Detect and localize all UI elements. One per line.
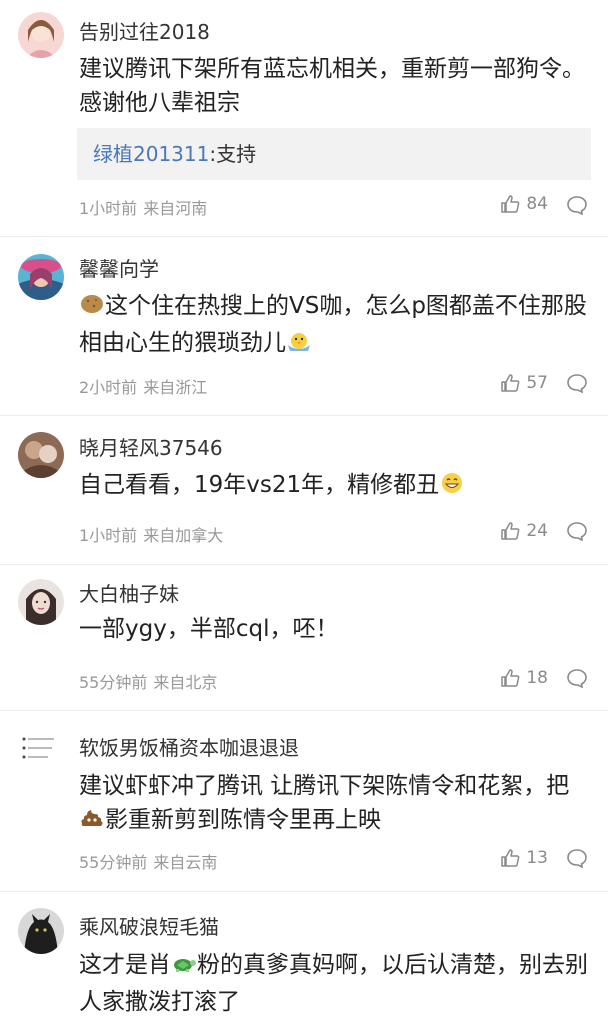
reply-preview[interactable]: 绿植201311:支持	[77, 128, 591, 180]
comment-text: 建议虾虾冲了腾讯 让腾讯下架陈情令和花絮，把影重新剪到陈情令里再上映	[79, 769, 589, 840]
comment-bubble-icon[interactable]	[566, 848, 588, 868]
comment-item: 软饭男饭桶资本咖退退退 建议虾虾冲了腾讯 让腾讯下架陈情令和花絮，把影重新剪到陈…	[0, 711, 608, 892]
comment-meta: 55分钟前 来自云南	[79, 849, 217, 873]
username[interactable]: 大白柚子妹	[79, 578, 179, 607]
thumbs-up-icon	[501, 195, 520, 213]
reply-text: 支持	[216, 142, 257, 166]
comment-bubble-icon[interactable]	[566, 521, 588, 541]
comment-item: 乘风破浪短毛猫 这才是肖 粉的真爹真妈啊，以后认清楚，别去别人家撒泼打滚了	[0, 892, 608, 1029]
comment-text: 这才是肖 粉的真爹真妈啊，以后认清楚，别去别人家撒泼打滚了	[79, 948, 589, 1019]
like-button[interactable]: 24	[500, 521, 548, 541]
username[interactable]: 乘风破浪短毛猫	[79, 911, 219, 940]
avatar[interactable]	[18, 432, 64, 478]
turtle-emoji-icon	[171, 951, 197, 985]
thumbs-up-icon	[501, 669, 520, 687]
like-button[interactable]: 13	[500, 848, 548, 868]
comment-text-body: 这个住在热搜上的VS咖，怎么p图都盖不住那股相由心生的猥琐劲儿	[79, 293, 587, 356]
comment-bubble-icon[interactable]	[566, 373, 588, 393]
comment-text-line1: 这才是肖	[79, 952, 171, 978]
avatar[interactable]	[18, 579, 64, 625]
grin-emoji-icon	[439, 471, 465, 505]
comment-text: 自己看看，19年vs21年，精修都丑	[79, 468, 589, 505]
comment-text-line1: 建议虾虾冲了腾讯 让腾讯下架陈情令和花絮，把	[79, 773, 570, 799]
comment-text: 这个住在热搜上的VS咖，怎么p图都盖不住那股相由心生的猥琐劲儿	[79, 289, 589, 363]
comment-item: 晓月轻风37546 自己看看，19年vs21年，精修都丑 1小时前 来自加拿大 2…	[0, 416, 608, 565]
thumbs-up-icon	[501, 522, 520, 540]
comment-meta: 1小时前 来自加拿大	[79, 522, 223, 546]
username[interactable]: 晓月轻风37546	[79, 432, 223, 461]
comment-time: 1小时前	[79, 199, 138, 218]
like-count: 13	[526, 848, 548, 868]
like-count: 24	[526, 521, 548, 541]
like-button[interactable]: 57	[500, 373, 548, 393]
comment-text-line2: 影重新剪到陈情令里再上映	[105, 807, 381, 833]
comment-meta: 55分钟前 来自北京	[79, 669, 217, 693]
comment-item: 大白柚子妹 一部ygy，半部cql，呸！ 55分钟前 来自北京 18	[0, 565, 608, 711]
like-count: 84	[526, 194, 548, 214]
comment-location: 来自加拿大	[143, 526, 224, 545]
avatar[interactable]	[18, 254, 64, 300]
avatar[interactable]	[18, 725, 64, 771]
comment-item: 告别过往2018 建议腾讯下架所有蓝忘机相关，重新剪一部狗令。感谢他八辈祖宗 绿…	[0, 0, 608, 237]
comment-item: 馨馨向学 这个住在热搜上的VS咖，怎么p图都盖不住那股相由心生的猥琐劲儿 2小时…	[0, 237, 608, 416]
reply-username[interactable]: 绿植201311	[93, 142, 209, 166]
like-button[interactable]: 84	[500, 194, 548, 214]
like-button[interactable]: 18	[500, 668, 548, 688]
like-count: 57	[526, 373, 548, 393]
comment-text: 一部ygy，半部cql，呸！	[79, 616, 339, 642]
comment-time: 55分钟前	[79, 853, 148, 872]
thumbs-up-icon	[501, 849, 520, 867]
comment-bubble-icon[interactable]	[566, 195, 588, 215]
comment-time: 55分钟前	[79, 673, 148, 692]
avatar[interactable]	[18, 908, 64, 954]
comment-location: 来自云南	[153, 853, 218, 872]
comment-location: 来自北京	[153, 673, 218, 692]
comment-meta: 1小时前 来自河南	[79, 195, 207, 219]
comment-text-body: 自己看看，19年vs21年，精修都丑	[79, 472, 440, 498]
comment-location: 来自浙江	[143, 378, 208, 397]
like-count: 18	[526, 668, 548, 688]
thumbs-up-icon	[501, 374, 520, 392]
comment-meta: 2小时前 来自浙江	[79, 374, 207, 398]
comment-bubble-icon[interactable]	[566, 668, 588, 688]
username[interactable]: 软饭男饭桶资本咖退退退	[79, 732, 299, 761]
comment-time: 2小时前	[79, 378, 138, 397]
chick-emoji-icon	[286, 329, 312, 363]
potato-emoji-icon	[79, 292, 105, 326]
comment-text: 建议腾讯下架所有蓝忘机相关，重新剪一部狗令。感谢他八辈祖宗	[79, 56, 585, 116]
avatar[interactable]	[18, 12, 64, 58]
poop-emoji-icon	[79, 806, 105, 840]
username[interactable]: 馨馨向学	[79, 253, 159, 282]
username[interactable]: 告别过往2018	[79, 16, 210, 45]
comment-time: 1小时前	[79, 526, 138, 545]
comment-location: 来自河南	[143, 199, 208, 218]
